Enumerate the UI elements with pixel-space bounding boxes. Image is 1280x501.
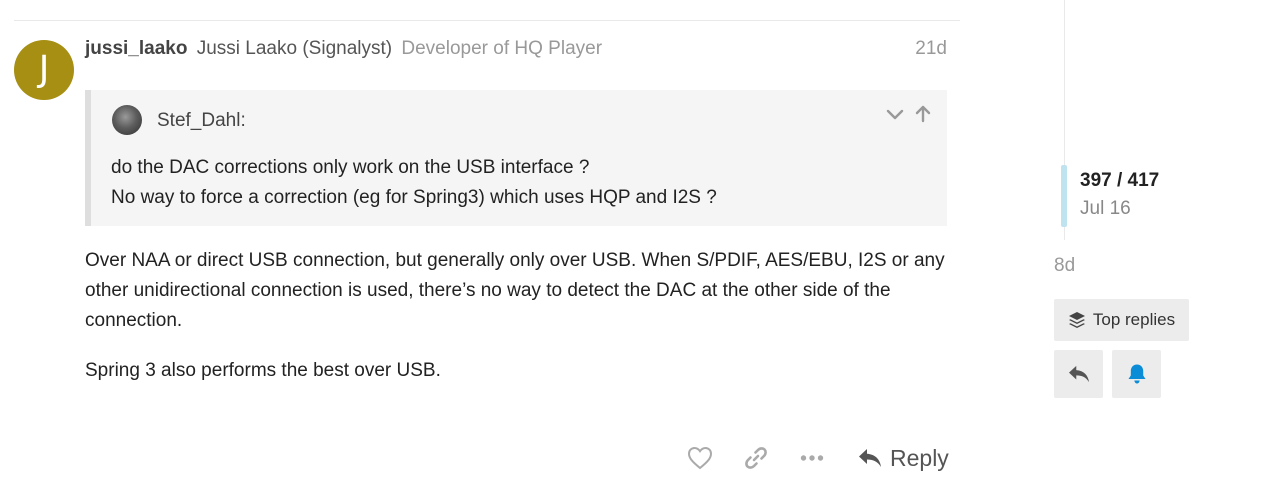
- more-icon: [800, 455, 824, 461]
- quote-author: Stef_Dahl:: [157, 110, 246, 131]
- quote-avatar[interactable]: [112, 105, 142, 135]
- timeline-scroller-handle[interactable]: [1061, 165, 1067, 227]
- timeline-position: 397 / 417: [1080, 170, 1160, 191]
- reply-button[interactable]: Reply: [858, 445, 949, 472]
- top-divider: [14, 20, 960, 21]
- user-title: Developer of HQ Player: [401, 38, 603, 59]
- post-header: jussi_laako Jussi Laako (Signalyst) Deve…: [85, 38, 602, 60]
- quote-line: No way to force a correction (eg for Spr…: [111, 187, 717, 208]
- like-button[interactable]: [686, 438, 714, 478]
- show-more-button[interactable]: [798, 438, 826, 478]
- post-actions: Reply: [686, 438, 949, 478]
- post-body: Over NAA or direct USB connection, but g…: [85, 246, 955, 406]
- timeline-date: Jul 16: [1080, 198, 1131, 219]
- layers-icon: [1068, 312, 1085, 328]
- user-avatar[interactable]: J: [14, 40, 74, 100]
- timeline-reply-button[interactable]: [1054, 350, 1103, 398]
- post-date[interactable]: 21d: [880, 38, 947, 60]
- heart-icon: [687, 446, 713, 470]
- top-replies-label: Top replies: [1092, 310, 1176, 329]
- link-icon: [745, 447, 767, 469]
- quote-block: Stef_Dahl: do the DAC corrections only w…: [85, 90, 947, 226]
- copy-link-button[interactable]: [742, 438, 770, 478]
- chevron-down-icon[interactable]: [885, 104, 905, 124]
- arrow-up-icon[interactable]: [913, 104, 933, 124]
- reply-label: Reply: [890, 444, 949, 471]
- reply-icon: [1068, 365, 1089, 383]
- post-paragraph: Spring 3 also performs the best over USB…: [85, 360, 441, 381]
- notifications-button[interactable]: [1112, 350, 1161, 398]
- quote-line: do the DAC corrections only work on the …: [111, 157, 590, 178]
- top-replies-button[interactable]: Top replies: [1054, 299, 1189, 341]
- reply-icon: [859, 449, 881, 467]
- timeline-last-activity[interactable]: 8d: [1054, 255, 1075, 277]
- post-paragraph: Over NAA or direct USB connection, but g…: [85, 250, 945, 331]
- username[interactable]: jussi_laako: [85, 38, 187, 59]
- quote-controls: [885, 104, 933, 124]
- full-name[interactable]: Jussi Laako (Signalyst): [197, 38, 392, 59]
- bell-icon: [1128, 364, 1145, 384]
- quote-body: do the DAC corrections only work on the …: [111, 153, 717, 213]
